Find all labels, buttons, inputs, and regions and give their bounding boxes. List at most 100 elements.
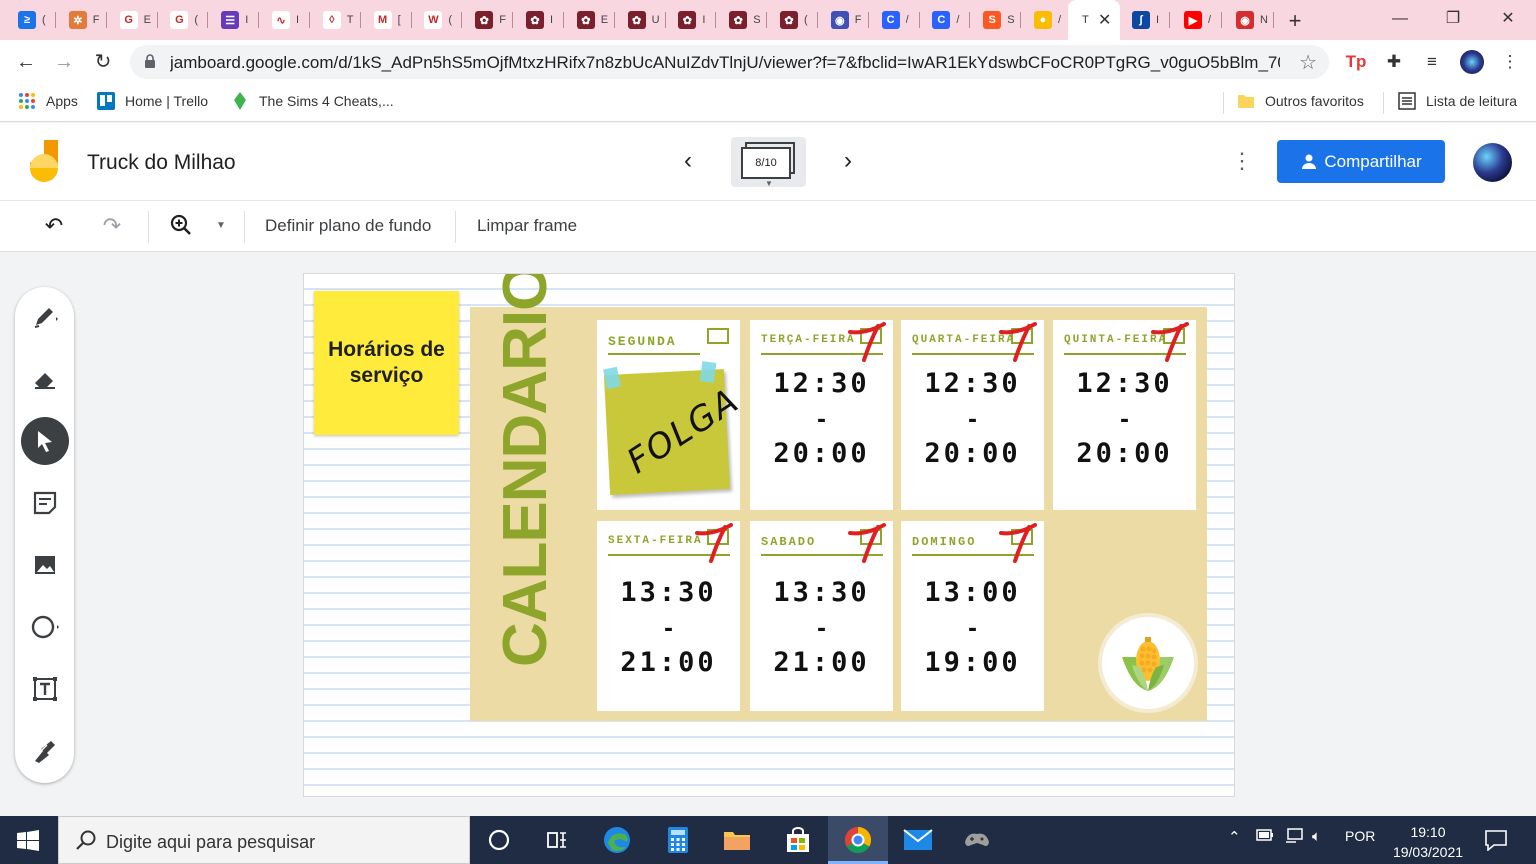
back-button[interactable]: ← [14, 50, 38, 74]
zoom-dropdown-icon[interactable]: ▼ [208, 213, 234, 239]
tab-separator [309, 12, 310, 28]
calculator-taskbar-icon[interactable] [662, 824, 694, 856]
cortana-circle-icon [488, 829, 510, 851]
eraser-tool-button[interactable] [21, 355, 69, 403]
game-taskbar-icon[interactable] [961, 824, 993, 856]
mail-taskbar-icon[interactable] [902, 824, 934, 856]
browser-tab[interactable]: ✿ I [518, 6, 564, 34]
browser-tab[interactable]: ▶ / [1176, 6, 1222, 34]
browser-tab[interactable]: W( [416, 6, 463, 34]
minimize-button[interactable]: — [1380, 6, 1420, 32]
store-bag-icon [787, 827, 809, 852]
bookmark-trello[interactable]: Home | Trello [97, 92, 208, 110]
bookmark-outros-favoritos[interactable]: Outros favoritos [1237, 92, 1364, 110]
new-tab-button[interactable]: + [1283, 8, 1307, 34]
text-box-tool-button[interactable] [21, 665, 69, 713]
tab-title: U [651, 14, 660, 26]
browser-tab[interactable]: ✿ S [721, 6, 768, 34]
calendar-poster[interactable]: CALENDARIO SEGUNDA FOLGA TERÇA-FEIRA 12:… [470, 274, 1207, 721]
taskbar-search[interactable]: Digite aqui para pesquisar [58, 816, 470, 864]
cortana-button[interactable] [483, 824, 515, 856]
clear-frame-button[interactable]: Limpar frame [477, 216, 577, 236]
browser-tab[interactable]: ● / [1026, 6, 1072, 34]
tab-title: S [1007, 14, 1015, 26]
browser-tab[interactable]: ✲ F [61, 6, 107, 34]
tray-chevron-icon[interactable]: ⌃ [1228, 828, 1241, 846]
end-time: 21:00 [773, 647, 870, 678]
share-button[interactable]: Compartilhar [1277, 140, 1445, 183]
url-text[interactable]: jamboard.google.com/d/1kS_AdPn5hS5mOjfMt… [170, 53, 1280, 73]
bookmark-sims[interactable]: The Sims 4 Cheats,... [231, 92, 394, 110]
set-background-button[interactable]: Definir plano de fundo [265, 216, 431, 236]
jam-canvas[interactable]: Horários de serviço CALENDARIO SEGUNDA F… [303, 273, 1235, 797]
zoom-icon[interactable] [168, 213, 194, 239]
browser-tab[interactable]: ✿ F [467, 6, 514, 34]
laser-tool-button[interactable] [21, 727, 69, 775]
day-card-sexta: SEXTA-FEIRA 13:30 - 21:00 [597, 521, 740, 711]
file-explorer-taskbar-icon[interactable] [721, 824, 753, 856]
shape-tool-button[interactable] [21, 603, 69, 651]
extensions-puzzle-icon[interactable]: ✚ [1382, 50, 1406, 74]
browser-tab[interactable]: C / [874, 6, 920, 34]
select-tool-button[interactable] [21, 417, 69, 465]
tab-separator [969, 12, 971, 28]
store-taskbar-icon[interactable] [782, 824, 814, 856]
tab-separator [766, 12, 768, 28]
bookmark-star-icon[interactable]: ☆ [1299, 50, 1317, 75]
browser-tab[interactable]: ☰ I [213, 6, 260, 34]
browser-tab[interactable]: GE [112, 6, 158, 34]
frame-bar-toggle[interactable]: 8/10 ▼ [731, 137, 806, 188]
redo-icon[interactable]: ↷ [99, 213, 125, 239]
language-indicator[interactable]: POR [1345, 828, 1375, 844]
browser-tab[interactable]: ◉ F [823, 6, 869, 34]
browser-tab[interactable]: ∿ I [264, 6, 310, 34]
browser-tab[interactable]: ✿( [772, 6, 818, 34]
browser-tab[interactable]: M[ [366, 6, 412, 34]
document-title[interactable]: Truck do Milhao [87, 151, 236, 175]
browser-tab[interactable]: ◊ T [315, 6, 361, 34]
pen-tool-button[interactable] [21, 293, 69, 341]
toolbar-divider [455, 211, 456, 243]
browser-tab[interactable]: SS [975, 6, 1022, 34]
sticky-note[interactable]: Horários de serviço [314, 291, 459, 435]
close-window-button[interactable]: ✕ [1488, 6, 1528, 32]
next-frame-button[interactable]: › [836, 147, 860, 175]
battery-icon[interactable] [1256, 828, 1274, 845]
browser-tab[interactable]: ≥( [10, 6, 56, 34]
tab-active[interactable]: T ✕ [1068, 0, 1120, 40]
restore-button[interactable]: ❐ [1433, 6, 1473, 32]
tab-separator [207, 12, 209, 28]
browser-tab[interactable]: C / [924, 6, 971, 34]
media-control-icon[interactable]: ≡ [1420, 50, 1444, 74]
profile-avatar-small[interactable] [1460, 50, 1484, 74]
chrome-menu-icon[interactable]: ⋮ [1498, 50, 1522, 74]
notification-center-button[interactable] [1484, 829, 1508, 856]
taskbar-clock[interactable]: 19:10 19/03/2021 [1388, 822, 1468, 862]
reload-button[interactable]: ↻ [91, 50, 115, 74]
image-tool-button[interactable] [21, 541, 69, 589]
browser-tab[interactable]: ✿ U [620, 6, 666, 34]
account-avatar[interactable] [1473, 143, 1512, 182]
chrome-taskbar-active[interactable] [828, 816, 888, 864]
browser-tab[interactable]: ✿ E [569, 6, 615, 34]
browser-tab[interactable]: ✿ I [670, 6, 717, 34]
task-view-button[interactable] [541, 824, 573, 856]
network-icon[interactable] [1284, 828, 1304, 848]
close-tab-icon[interactable]: ✕ [1098, 10, 1111, 30]
windows-start-button[interactable] [17, 830, 39, 857]
omnibox[interactable]: jamboard.google.com/d/1kS_AdPn5hS5mOjfMt… [130, 45, 1329, 79]
forward-button[interactable]: → [52, 50, 76, 74]
edge-taskbar-icon[interactable] [601, 824, 633, 856]
more-options-icon[interactable]: ⋮ [1230, 149, 1254, 173]
reading-list[interactable]: Lista de leitura [1398, 92, 1517, 110]
browser-tab[interactable]: ʃI [1124, 6, 1170, 34]
bookmark-apps[interactable]: Apps [18, 92, 78, 110]
browser-tab[interactable]: G( [162, 6, 209, 34]
undo-icon[interactable]: ↶ [41, 213, 67, 239]
sticky-note-tool-button[interactable] [21, 479, 69, 527]
volume-icon[interactable]: 🔈︎ [1312, 828, 1321, 845]
tab-title: T [1082, 14, 1089, 26]
browser-tab[interactable]: ◉ N [1228, 6, 1274, 34]
previous-frame-button[interactable]: ‹ [676, 147, 700, 175]
tp-extension-icon[interactable]: Tp [1344, 50, 1368, 74]
